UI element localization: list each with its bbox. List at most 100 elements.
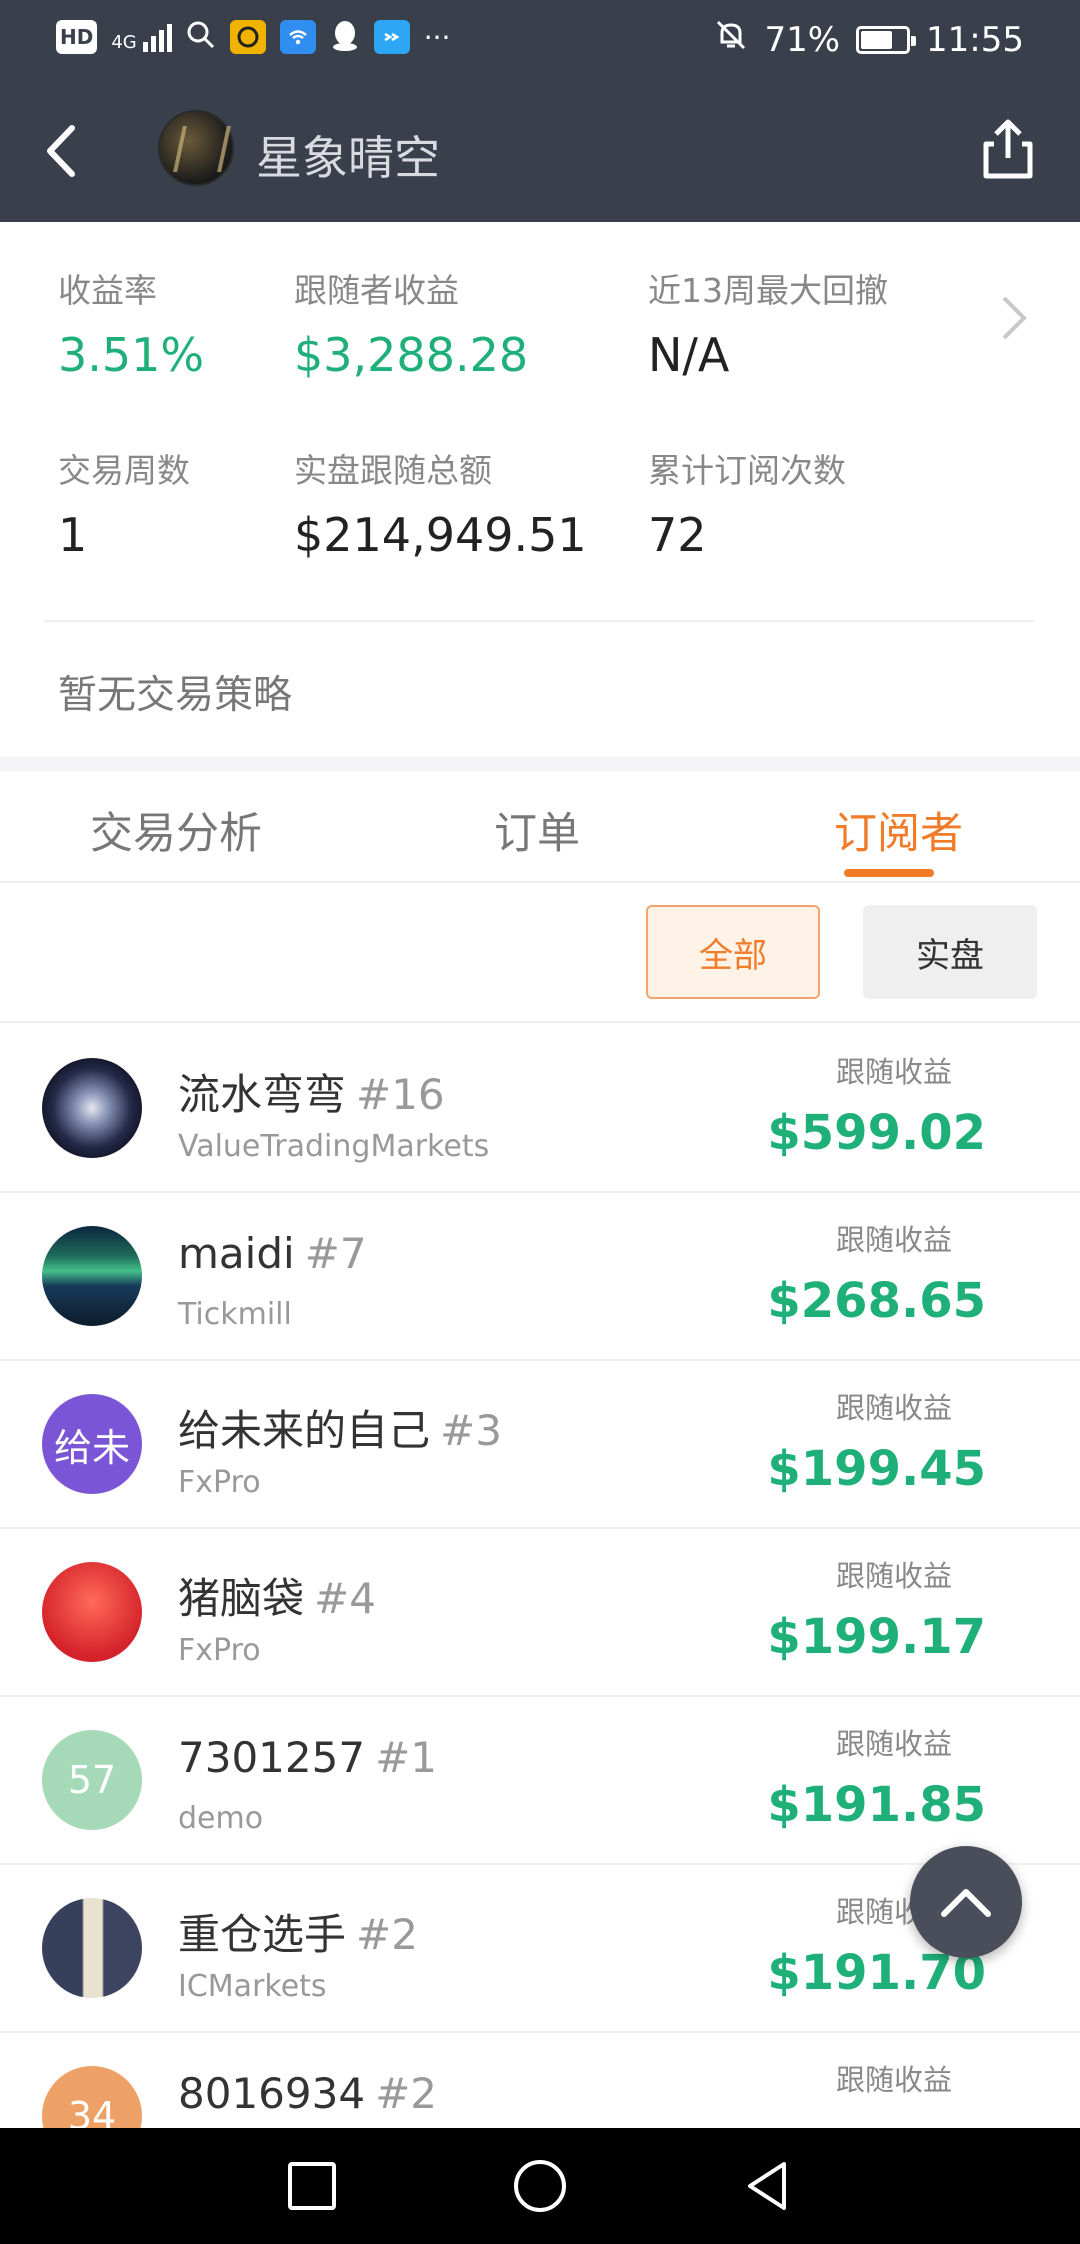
subscriber-name: 猪脑袋 #4 (178, 1565, 376, 1626)
mute-icon (714, 18, 748, 61)
stat-follower-profit: 跟随者收益 $3,288.28 (294, 264, 528, 382)
subscriber-rank: #16 (356, 1070, 445, 1119)
profit-value: $199.45 (767, 1441, 986, 1497)
wifi-app-icon (279, 20, 316, 54)
list-item[interactable]: 猪脑袋 #4 FxPro 跟随收益 $199.17 (0, 1529, 1080, 1697)
subscriber-name: 流水弯弯 #16 (178, 1061, 445, 1122)
subscriber-broker: ValueTradingMarkets (178, 1129, 490, 1164)
recent-apps-button[interactable] (284, 2158, 340, 2218)
page-header: 星象晴空 (0, 80, 1080, 222)
stat-value: $3,288.28 (294, 328, 529, 382)
avatar (42, 1226, 142, 1326)
stat-return-rate: 收益率 3.51% (58, 264, 204, 382)
stat-value: N/A (648, 328, 730, 382)
subscriber-name-text: 给未来的自己 (178, 1406, 431, 1455)
page-title: 星象晴空 (256, 131, 440, 185)
profit-label: 跟随收益 (835, 1055, 952, 1089)
list-item[interactable]: 给未 给未来的自己 #3 FxPro 跟随收益 $199.45 (0, 1361, 1080, 1529)
signal-icon: 4G (111, 22, 172, 53)
strategy-text: 暂无交易策略 (58, 673, 293, 718)
subscriber-name-text: 重仓选手 (178, 1910, 347, 1959)
subscriber-broker: ICMarkets (178, 1969, 327, 2004)
subscriber-rank: #2 (375, 2069, 437, 2118)
list-item[interactable]: 57 7301257 #1 demo 跟随收益 $191.85 (0, 1697, 1080, 1865)
filter-all-button[interactable]: 全部 (646, 905, 820, 999)
back-nav-button[interactable] (740, 2158, 796, 2218)
avatar (42, 1058, 142, 1158)
stat-value: 72 (648, 508, 707, 562)
subscriber-name: 8016934 #2 (178, 2069, 437, 2118)
stat-value: 3.51% (58, 328, 205, 382)
app-icon (229, 20, 266, 54)
app-header-bar: HD 4G ··· 71% 11:55 星象晴空 (0, 0, 1080, 222)
profit-label: 跟随收益 (835, 1727, 952, 1761)
system-nav-bar (0, 2128, 1080, 2244)
subscriber-broker: FxPro (178, 1465, 261, 1500)
avatar (42, 1898, 142, 1998)
hd-icon: HD (56, 20, 98, 54)
list-item[interactable]: maidi #7 Tickmill 跟随收益 $268.65 (0, 1193, 1080, 1361)
home-button[interactable] (512, 2158, 568, 2218)
subscriber-broker: FxPro (178, 1633, 261, 1668)
subscriber-name-text: 8016934 (178, 2069, 366, 2118)
list-item[interactable]: 流水弯弯 #16 ValueTradingMarkets 跟随收益 $599.02 (0, 1025, 1080, 1193)
battery-percent: 71% (764, 19, 841, 60)
back-button[interactable] (36, 118, 96, 184)
avatar: 给未 (42, 1394, 142, 1494)
filter-live-button[interactable]: 实盘 (863, 905, 1037, 999)
profit-value: $191.85 (767, 1777, 986, 1833)
chevron-right-icon[interactable] (1000, 294, 1028, 346)
subscriber-name-text: 7301257 (178, 1733, 366, 1782)
tab-indicator (844, 869, 934, 877)
status-time: 11:55 (926, 19, 1024, 60)
stat-live-follow-total: 实盘跟随总额 $214,949.51 (294, 444, 587, 562)
subscriber-name: 重仓选手 #2 (178, 1901, 418, 1962)
circle-icon (514, 2160, 566, 2212)
stat-label: 收益率 (58, 271, 157, 310)
stat-value: $214,949.51 (294, 508, 587, 562)
share-icon (983, 119, 1033, 179)
stat-max-drawdown[interactable]: 近13周最大回撤 N/A (648, 264, 888, 382)
stat-label: 累计订阅次数 (648, 451, 846, 490)
profit-label: 跟随收益 (835, 1223, 952, 1257)
stat-value: 1 (58, 508, 88, 562)
subscriber-broker: Tickmill (178, 1297, 292, 1332)
profit-label: 跟随收益 (835, 1559, 952, 1593)
subscriber-rank: #3 (440, 1406, 502, 1455)
network-type-label: 4G (111, 32, 137, 53)
stat-trading-weeks: 交易周数 1 (58, 444, 190, 562)
filter-bar: 全部 实盘 (0, 883, 1080, 1023)
subscriber-name-text: maidi (178, 1229, 295, 1278)
subscriber-rank: #4 (314, 1574, 376, 1623)
profit-value: $599.02 (767, 1105, 986, 1161)
subscriber-broker: demo (178, 1801, 264, 1836)
scroll-to-top-button[interactable] (910, 1846, 1022, 1958)
subscriber-list: 流水弯弯 #16 ValueTradingMarkets 跟随收益 $599.02… (0, 1025, 1080, 2201)
share-button[interactable] (978, 116, 1038, 182)
more-icon: ··· (423, 20, 451, 54)
subscriber-name-text: 流水弯弯 (178, 1070, 347, 1119)
divider (44, 620, 1034, 622)
search-icon (186, 20, 216, 54)
profit-label: 跟随收益 (835, 2063, 952, 2097)
profit-value: $268.65 (767, 1273, 986, 1329)
subscriber-name-text: 猪脑袋 (178, 1574, 305, 1623)
square-icon (288, 2162, 336, 2210)
tab-trade-analysis[interactable]: 交易分析 (90, 799, 262, 861)
subscriber-name: 7301257 #1 (178, 1733, 437, 1782)
profit-label: 跟随收益 (835, 1391, 952, 1425)
status-bar: HD 4G ··· 71% 11:55 (0, 0, 1080, 80)
tab-orders[interactable]: 订单 (494, 799, 580, 861)
subscriber-rank: #1 (375, 1733, 437, 1782)
stat-total-subscriptions: 累计订阅次数 72 (648, 444, 846, 562)
section-gap (0, 757, 1080, 771)
chat-icon (373, 20, 410, 54)
tab-bar: 交易分析 订单 订阅者 (0, 771, 1080, 883)
avatar (42, 1562, 142, 1662)
trader-avatar[interactable] (158, 110, 234, 186)
subscriber-name: 给未来的自己 #3 (178, 1397, 502, 1458)
stat-label: 近13周最大回撤 (648, 271, 888, 310)
qq-icon (330, 18, 360, 56)
tab-subscribers[interactable]: 订阅者 (834, 799, 963, 861)
triangle-back-icon (748, 2162, 786, 2210)
